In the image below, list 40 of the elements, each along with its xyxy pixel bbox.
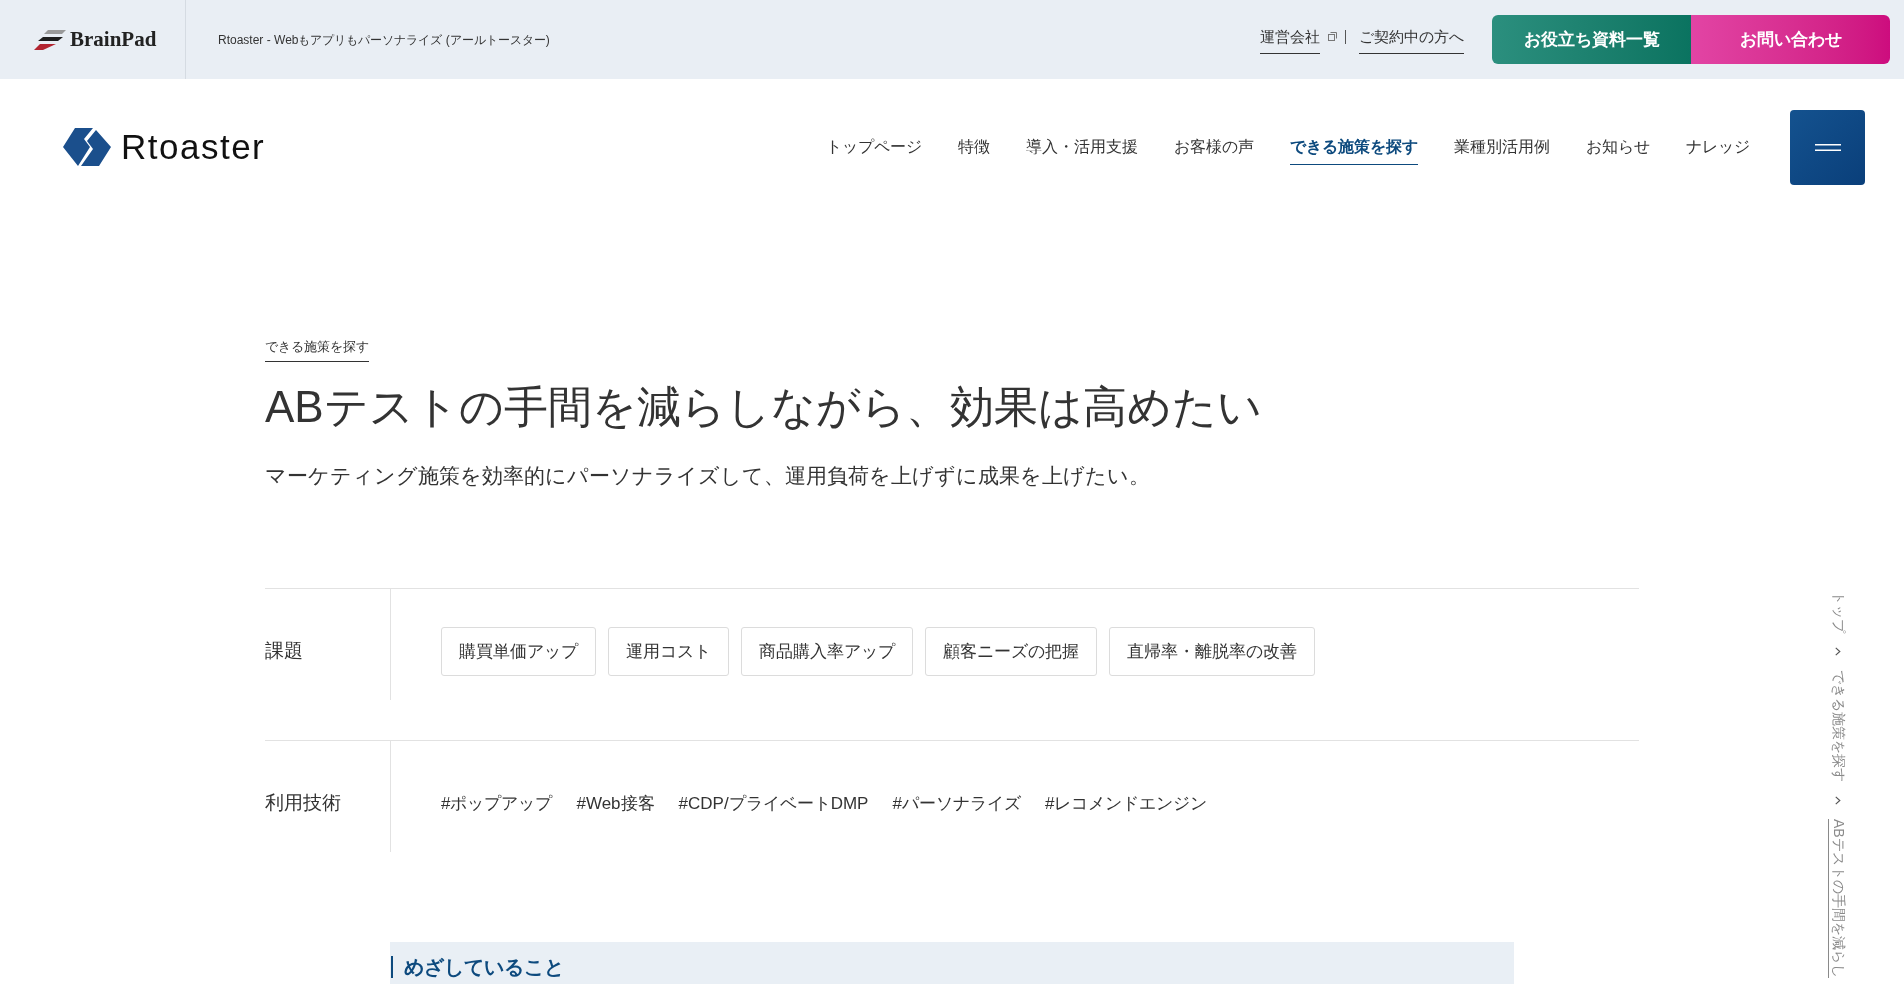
tag-link[interactable]: 直帰率・離脱率の改善 <box>1109 627 1315 676</box>
lead-text: マーケティング施策を効率的にパーソナライズして、運用負荷を上げずに成果を上げたい。 <box>265 463 1151 489</box>
hashtag-link[interactable]: #Web接客 <box>576 779 655 828</box>
tag-link[interactable]: 商品購入率アップ <box>741 627 913 676</box>
nav-link[interactable]: トップページ <box>826 129 922 165</box>
nav-link[interactable]: 導入・活用支援 <box>1026 129 1138 165</box>
contact-button[interactable]: お問い合わせ <box>1691 15 1890 64</box>
page-title: ABテストの手間を減らしながら、効果は高めたい <box>265 381 1263 433</box>
row-label: 課題 <box>265 639 303 663</box>
nav-link[interactable]: 業種別活用例 <box>1454 129 1550 165</box>
logo-link[interactable]: Rtoaster <box>63 127 266 167</box>
hashtag-link[interactable]: #CDP/プライベートDMP <box>678 779 869 828</box>
chevron-right-icon <box>1835 796 1842 805</box>
hashtag-link[interactable]: #レコメンドエンジン <box>1044 779 1208 828</box>
logo-diamond-icon <box>63 127 112 167</box>
stripes-logo-icon <box>34 29 66 50</box>
nav-link[interactable]: お客様の声 <box>1174 129 1254 165</box>
site-title: Rtoaster - Webもアプリもパーソナライズ (アールトースター) <box>218 31 550 49</box>
nav-link[interactable]: できる施策を探す <box>1290 129 1418 165</box>
breadcrumb-link[interactable]: できる施策を探す <box>1828 670 1849 782</box>
menu-button[interactable] <box>1790 109 1865 185</box>
hashtag-link[interactable]: #パーソナライズ <box>892 779 1021 828</box>
menu-icon <box>1814 143 1841 151</box>
section-heading: めざしていること <box>391 956 564 978</box>
breadcrumb-link[interactable]: ABテストの手間を減らし <box>1828 819 1849 978</box>
hashtag-link[interactable]: #ポップアップ <box>441 779 553 828</box>
nav-link[interactable]: ナレッジ <box>1686 129 1750 165</box>
brand-logo[interactable]: BrainPad <box>34 23 157 56</box>
tag-link[interactable]: 顧客ニーズの把握 <box>925 627 1097 676</box>
resources-button[interactable]: お役立ち資料一覧 <box>1492 15 1691 64</box>
tag-link[interactable]: 購買単価アップ <box>441 627 596 676</box>
header-link[interactable]: 運営会社 <box>1260 25 1320 54</box>
row-label: 利用技術 <box>265 791 341 815</box>
breadcrumb-link[interactable]: トップ <box>1828 591 1849 633</box>
category-link[interactable]: できる施策を探す <box>265 337 369 362</box>
header-link[interactable]: ご契約中の方へ <box>1359 25 1464 54</box>
tag-link[interactable]: 運用コスト <box>608 627 729 676</box>
nav-link[interactable]: 特徴 <box>958 129 990 165</box>
chevron-right-icon <box>1835 647 1842 656</box>
nav-link[interactable]: お知らせ <box>1586 129 1650 165</box>
